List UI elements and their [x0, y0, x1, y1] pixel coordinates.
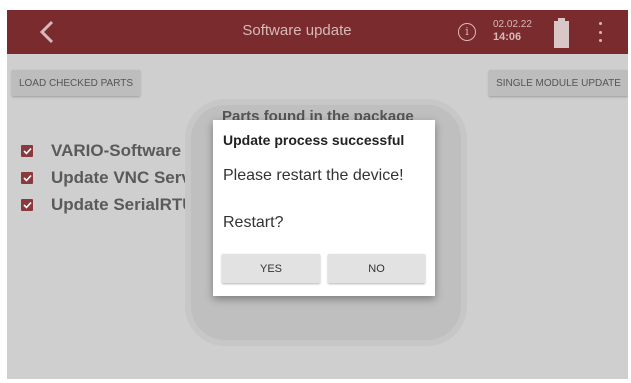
checkbox-checked-icon[interactable] [21, 172, 33, 184]
back-button[interactable] [31, 16, 63, 48]
chevron-left-icon [39, 20, 54, 44]
single-module-update-button[interactable]: SINGLE MODULE UPDATE [489, 70, 628, 96]
load-checked-parts-button[interactable]: LOAD CHECKED PARTS [12, 70, 140, 96]
time-label: 14:06 [493, 31, 522, 43]
more-vertical-icon[interactable] [595, 22, 605, 42]
yes-button[interactable]: YES [222, 254, 320, 283]
dialog-title: Update process successful [223, 132, 405, 148]
list-item[interactable]: VARIO-Software V1 [21, 140, 207, 162]
date-label: 02.02.22 [493, 19, 532, 30]
top-bar: Software update i 02.02.22 14:06 [7, 10, 628, 54]
date-time: 02.02.22 14:06 [493, 19, 532, 43]
list-item[interactable]: Update SerialRTU [21, 194, 195, 216]
list-item-label: Update SerialRTU [51, 195, 195, 214]
dialog-question: Restart? [223, 214, 284, 231]
list-item-label: Update VNC Server [51, 168, 207, 187]
checkbox-checked-icon[interactable] [21, 145, 33, 157]
info-icon[interactable]: i [458, 23, 476, 41]
list-item[interactable]: Update VNC Server [21, 167, 207, 189]
app-screen: Software update i 02.02.22 14:06 LOAD CH… [7, 10, 628, 379]
dialog-message: Please restart the device! [223, 167, 404, 184]
battery-icon [554, 18, 569, 48]
no-button[interactable]: NO [328, 254, 425, 283]
page-title: Software update [242, 22, 352, 39]
list-item-label: VARIO-Software V1 [51, 141, 207, 160]
checkbox-checked-icon[interactable] [21, 199, 33, 211]
update-success-dialog: Update process successful Please restart… [213, 120, 435, 296]
